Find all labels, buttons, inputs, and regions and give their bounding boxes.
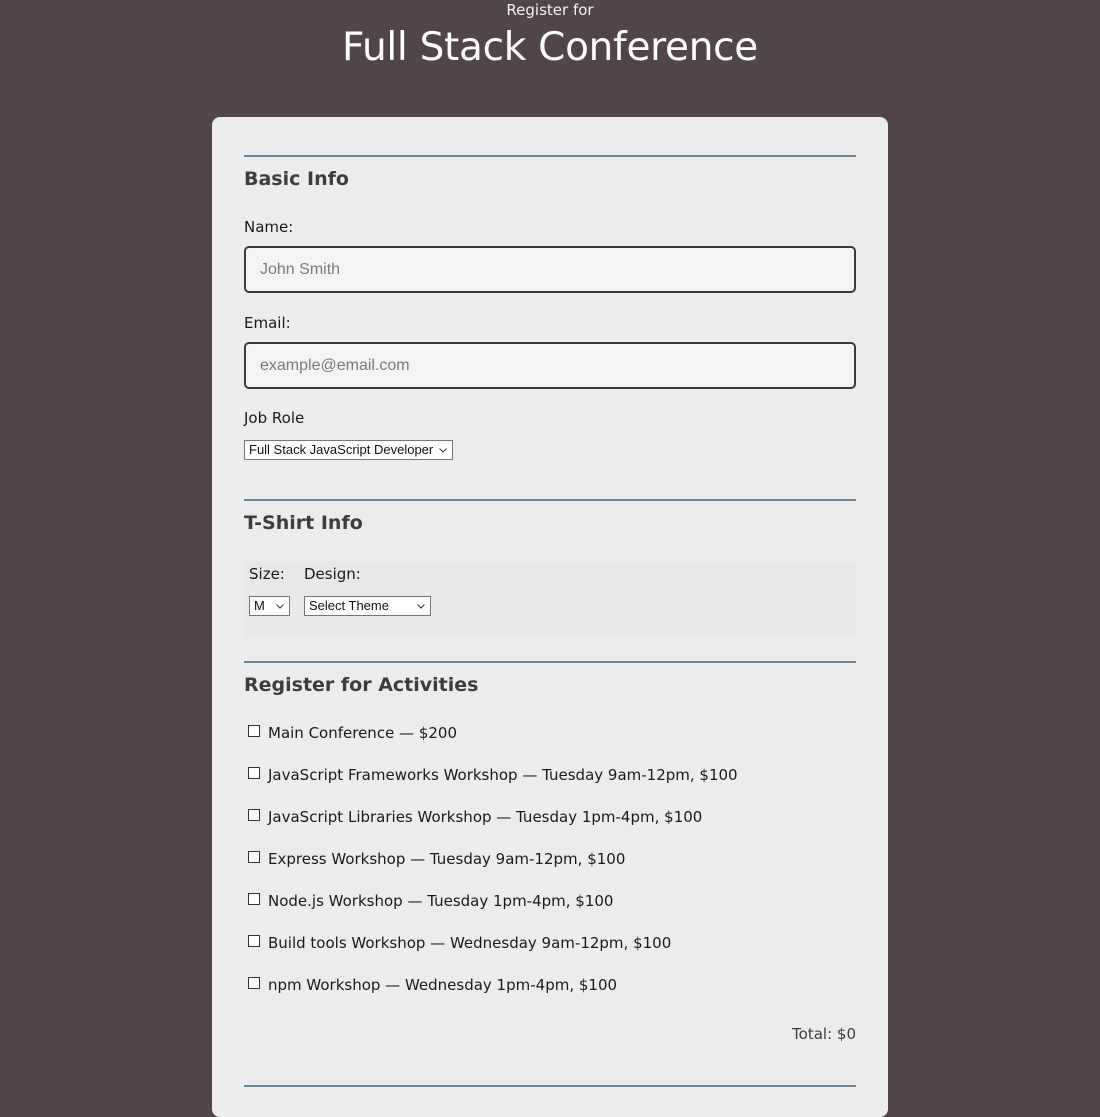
job-role-selected: Full Stack JavaScript Developer — [249, 442, 434, 457]
chevron-down-icon — [417, 604, 425, 609]
registration-form: Basic Info Name: Email: Job Role Full St… — [212, 117, 888, 1117]
basic-info-section: Basic Info Name: Email: Job Role Full St… — [244, 155, 856, 460]
activity-option[interactable]: Node.js Workshop — Tuesday 1pm-4pm, $100 — [248, 890, 613, 912]
size-select[interactable]: M — [249, 596, 290, 616]
size-selected: M — [254, 598, 265, 613]
name-label: Name: — [244, 218, 294, 236]
activity-checkbox[interactable] — [248, 935, 260, 947]
email-input[interactable] — [244, 342, 856, 389]
activity-label: Express Workshop — Tuesday 9am-12pm, $10… — [268, 850, 626, 868]
activity-checkbox[interactable] — [248, 725, 260, 737]
email-label: Email: — [244, 314, 291, 332]
chevron-down-icon — [439, 448, 447, 453]
activity-option[interactable]: npm Workshop — Wednesday 1pm-4pm, $100 — [248, 974, 617, 996]
tshirt-fieldset: Size: Design: M Select Theme — [244, 561, 856, 637]
design-label: Design: — [304, 565, 361, 583]
section-divider — [244, 499, 856, 501]
section-divider — [244, 155, 856, 157]
page-title: Full Stack Conference — [341, 25, 759, 70]
chevron-down-icon — [276, 604, 284, 609]
activity-label: JavaScript Frameworks Workshop — Tuesday… — [268, 766, 738, 784]
design-select[interactable]: Select Theme — [304, 596, 431, 616]
activity-label: JavaScript Libraries Workshop — Tuesday … — [268, 808, 703, 826]
job-role-select[interactable]: Full Stack JavaScript Developer — [244, 440, 453, 460]
activities-section: Register for Activities Main Conference … — [244, 661, 856, 1043]
job-role-label: Job Role — [244, 409, 305, 427]
activity-option[interactable]: JavaScript Frameworks Workshop — Tuesday… — [248, 764, 738, 786]
section-divider — [244, 661, 856, 663]
activity-option[interactable]: Build tools Workshop — Wednesday 9am-12p… — [248, 932, 671, 954]
activity-checkbox[interactable] — [248, 851, 260, 863]
name-input[interactable] — [244, 246, 856, 293]
activity-option[interactable]: Main Conference — $200 — [248, 722, 457, 744]
activity-option[interactable]: Express Workshop — Tuesday 9am-12pm, $10… — [248, 848, 625, 870]
activity-option[interactable]: JavaScript Libraries Workshop — Tuesday … — [248, 806, 702, 828]
size-label: Size: — [249, 565, 285, 583]
payment-section — [244, 1085, 856, 1087]
activity-checkbox[interactable] — [248, 809, 260, 821]
activity-checkbox[interactable] — [248, 977, 260, 989]
design-selected: Select Theme — [309, 598, 389, 613]
page-header: Register for Full Stack Conference — [0, 0, 1100, 74]
activity-label: npm Workshop — Wednesday 1pm-4pm, $100 — [268, 976, 618, 994]
page-subtitle: Register for — [506, 1, 594, 19]
activity-label: Main Conference — $200 — [268, 724, 458, 742]
activities-heading: Register for Activities — [244, 674, 479, 696]
activity-checkbox[interactable] — [248, 893, 260, 905]
activity-label: Node.js Workshop — Tuesday 1pm-4pm, $100 — [268, 892, 614, 910]
activity-checkbox[interactable] — [248, 767, 260, 779]
activities-total: Total: $0 — [792, 1025, 856, 1043]
section-divider — [244, 1085, 856, 1087]
basic-info-heading: Basic Info — [244, 168, 349, 190]
activity-label: Build tools Workshop — Wednesday 9am-12p… — [268, 934, 672, 952]
tshirt-section: T-Shirt Info Size: Design: M Select Them… — [244, 499, 856, 637]
tshirt-heading: T-Shirt Info — [244, 512, 363, 534]
